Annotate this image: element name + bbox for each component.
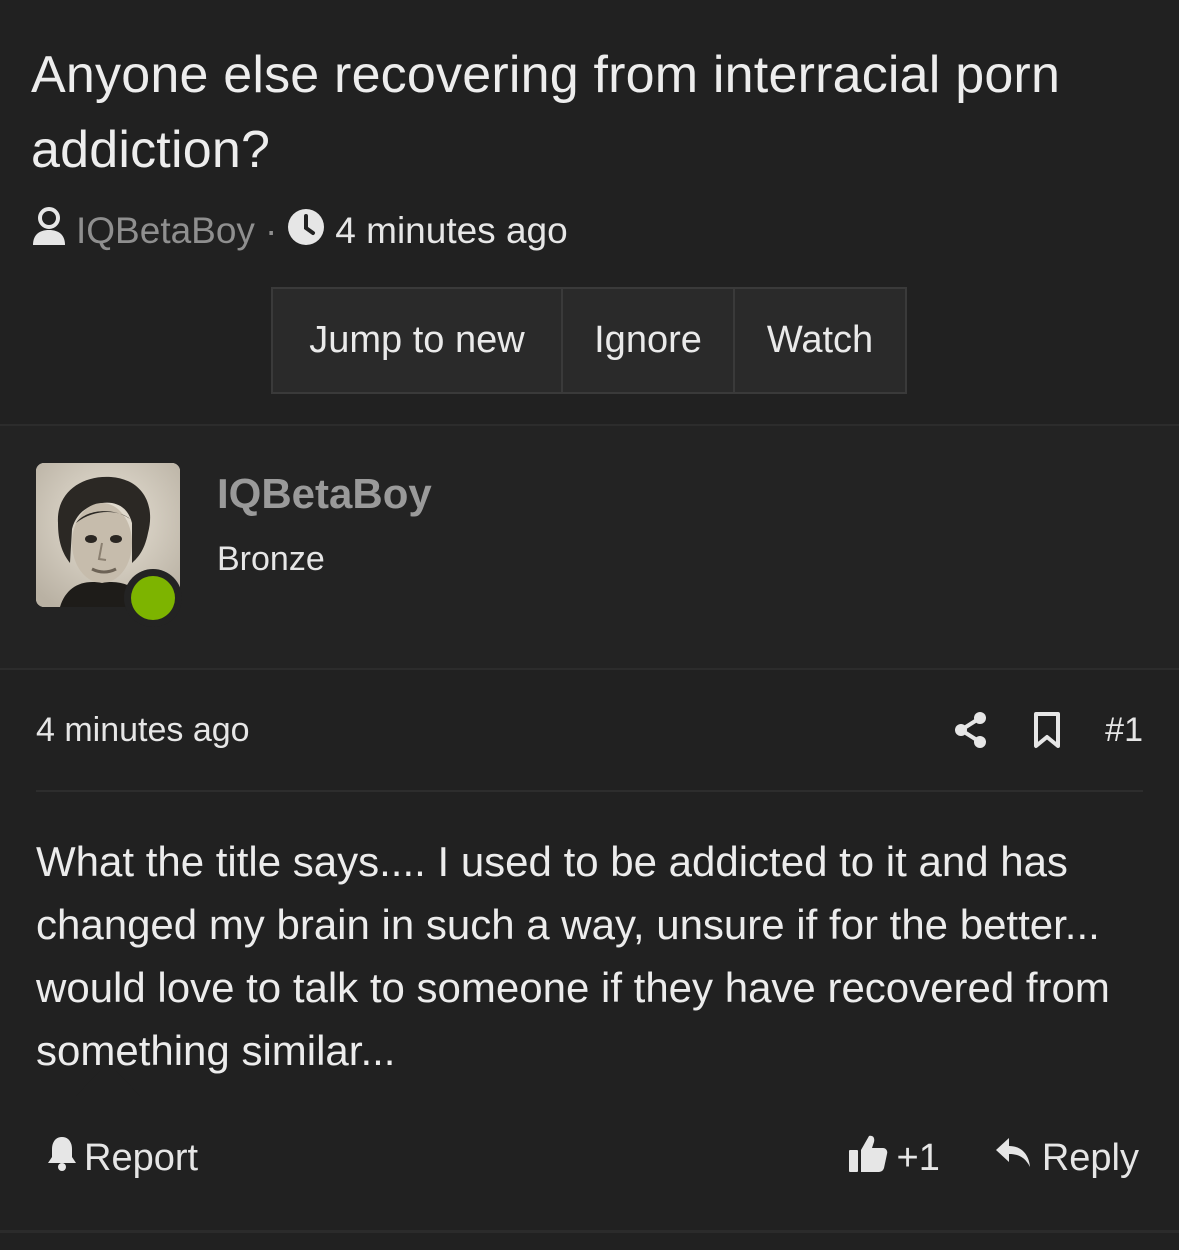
post-meta-row: 4 minutes ago #1 xyxy=(36,700,1143,760)
clock-icon xyxy=(287,208,325,255)
thread-time[interactable]: 4 minutes ago xyxy=(335,210,567,252)
meta-separator: · xyxy=(264,210,278,251)
post-actions: #1 xyxy=(953,711,1143,750)
post-number-link[interactable]: #1 xyxy=(1105,711,1143,750)
divider xyxy=(0,1230,1179,1233)
report-button[interactable]: Report xyxy=(46,1135,198,1181)
jump-to-new-button[interactable]: Jump to new xyxy=(273,289,561,392)
share-icon[interactable] xyxy=(953,711,989,749)
online-status-indicator xyxy=(124,569,182,627)
thread-action-buttons: Jump to new Ignore Watch xyxy=(271,287,907,394)
reply-label: Reply xyxy=(1041,1136,1139,1179)
thumbs-up-icon xyxy=(847,1132,889,1184)
reaction-count: +1 xyxy=(896,1136,940,1179)
thread-header: Anyone else recovering from interracial … xyxy=(0,0,1179,424)
post-footer: Report +1 Reply xyxy=(36,1128,1139,1188)
online-dot-fill xyxy=(131,576,175,620)
divider xyxy=(0,668,1179,670)
post-body: What the title says.... I used to be add… xyxy=(36,838,1110,1074)
thread-author-link[interactable]: IQBetaBoy xyxy=(76,210,255,252)
post-user-block: IQBetaBoy Bronze xyxy=(0,426,1179,1096)
thread-meta: IQBetaBoy · 4 minutes ago xyxy=(31,205,568,257)
reply-button[interactable]: Reply xyxy=(994,1136,1139,1180)
post-username[interactable]: IQBetaBoy xyxy=(217,470,432,518)
thread-title: Anyone else recovering from interracial … xyxy=(31,46,1061,179)
report-label: Report xyxy=(84,1136,199,1179)
bell-icon xyxy=(46,1135,78,1181)
like-button[interactable]: +1 xyxy=(847,1132,940,1184)
user-rank: Bronze xyxy=(217,540,325,578)
divider xyxy=(36,790,1143,792)
bookmark-icon[interactable] xyxy=(1033,711,1061,749)
reply-arrow-icon xyxy=(994,1136,1032,1180)
user-icon xyxy=(31,206,67,256)
ignore-button[interactable]: Ignore xyxy=(561,289,733,392)
post-footer-actions: +1 Reply xyxy=(847,1132,1139,1184)
watch-button[interactable]: Watch xyxy=(733,289,905,392)
post-time[interactable]: 4 minutes ago xyxy=(36,711,250,750)
